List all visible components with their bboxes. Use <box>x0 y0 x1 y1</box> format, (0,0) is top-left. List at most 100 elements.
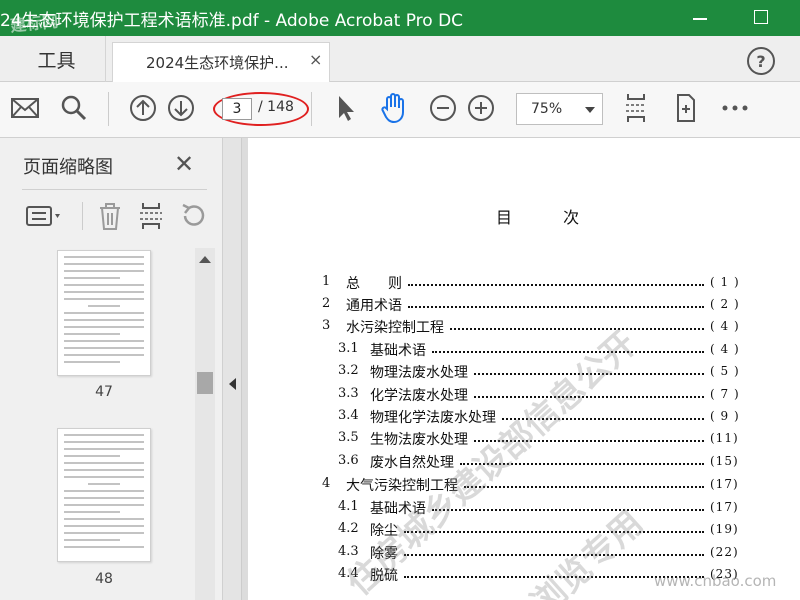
toc-row[interactable]: 3.4 物理化学法废水处理 ( 9 ) <box>320 408 782 428</box>
scroll-up-icon[interactable] <box>199 256 211 263</box>
page-total: / 148 <box>258 99 294 115</box>
zoom-value: 75% <box>531 101 563 117</box>
toc-leader <box>464 480 704 488</box>
toc-row[interactable]: 3.1 基础术语 ( 4 ) <box>320 341 782 361</box>
toc-number: 2 <box>322 296 331 311</box>
toc-leader <box>408 300 704 308</box>
minimize-button[interactable] <box>689 4 715 30</box>
collapse-panel-icon[interactable] <box>229 378 236 390</box>
toc-title: 基础术语 <box>370 343 426 359</box>
page-edge <box>242 138 248 600</box>
hand-tool-icon[interactable] <box>376 90 412 126</box>
delete-page-icon[interactable] <box>94 200 126 232</box>
toc-row[interactable]: 3.2 物理法废水处理 ( 5 ) <box>320 363 782 383</box>
thumbnail-list[interactable]: 47 48 <box>0 246 222 600</box>
toc-page: ( 4 ) <box>710 342 740 356</box>
toc-title: 除雾 <box>370 546 398 562</box>
tab-document-label: 2024生态环境保护... <box>146 54 289 72</box>
toc-title: 物理化学法废水处理 <box>370 410 496 426</box>
page-thumbnail[interactable] <box>57 250 151 376</box>
thumbnail-options-icon[interactable] <box>24 200 66 232</box>
page-thumbnail-number: 47 <box>95 384 113 400</box>
toc-row[interactable]: 4 大气污染控制工程 (17) <box>320 476 782 496</box>
thumbnail-text-line <box>64 504 144 506</box>
thumbnail-text-line <box>64 326 144 328</box>
thumbnail-text-line <box>64 518 144 520</box>
extract-pages-icon[interactable] <box>135 200 167 232</box>
thumbnail-text-line <box>64 490 144 492</box>
mail-icon[interactable] <box>7 90 43 126</box>
toc-row[interactable]: 3 水污染控制工程 ( 4 ) <box>320 318 782 338</box>
toc-number: 3.2 <box>338 363 359 378</box>
panel-splitter[interactable] <box>222 138 242 600</box>
panel-divider <box>22 189 207 190</box>
maximize-button[interactable] <box>747 4 773 30</box>
document-view[interactable]: 目 次 1 总 则 ( 1 ) 2 通用术语 ( 2 ) 3 水污染控制工程 ( 4 ) 3.1 基… <box>242 138 800 600</box>
thumbnail-text-line <box>64 525 144 527</box>
toc-title: 大气污染控制工程 <box>346 478 458 494</box>
window-title: 24生态环境保护工程术语标准.pdf - Adobe Acrobat Pro D… <box>0 11 464 31</box>
toc-number: 3 <box>322 318 331 333</box>
thumbnail-text-line <box>64 263 144 265</box>
toc-row[interactable]: 3.3 化学法废水处理 ( 7 ) <box>320 386 782 406</box>
toc-page: (17) <box>710 477 739 491</box>
toc-title: 水污染控制工程 <box>346 320 444 336</box>
page-thumbnail[interactable] <box>57 428 151 562</box>
tab-bar: 工具 2024生态环境保护... × ? <box>0 36 800 83</box>
toc-page: ( 5 ) <box>710 364 740 378</box>
toc-leader <box>432 503 704 511</box>
toc-title: 化学法废水处理 <box>370 388 468 404</box>
zoom-in-icon[interactable] <box>463 90 499 126</box>
search-icon[interactable] <box>56 90 92 126</box>
more-icon[interactable] <box>717 90 753 126</box>
thumbnail-text-line <box>64 319 144 321</box>
thumbnail-text-line <box>64 441 144 443</box>
tab-close-icon[interactable]: × <box>309 50 322 69</box>
scrollbar-thumb[interactable] <box>197 372 213 394</box>
toc-row[interactable]: 1 总 则 ( 1 ) <box>320 274 782 294</box>
thumbnail-text-line <box>64 347 144 349</box>
help-icon[interactable]: ? <box>747 47 775 75</box>
panel-toolbar-divider <box>82 202 83 230</box>
thumbnail-text-line <box>64 497 144 499</box>
toc-number: 3.5 <box>338 430 359 445</box>
toc-row[interactable]: 3.5 生物法废水处理 (11) <box>320 430 782 450</box>
toc-number: 1 <box>322 274 331 289</box>
panel-toolbar <box>0 196 222 236</box>
fit-page-icon[interactable] <box>618 90 654 126</box>
toc-number: 4.1 <box>338 499 359 514</box>
close-icon[interactable]: ✕ <box>174 150 194 178</box>
thumbnail-scrollbar[interactable] <box>195 248 215 600</box>
prev-page-icon[interactable] <box>125 90 161 126</box>
tab-tools[interactable]: 工具 <box>8 36 106 82</box>
select-arrow-icon[interactable] <box>328 90 364 126</box>
toolbar-divider <box>311 92 312 126</box>
toc-leader <box>474 434 704 442</box>
thumbnail-text-line <box>88 483 120 485</box>
toc-title: 基础术语 <box>370 501 426 517</box>
toc-leader <box>404 548 704 556</box>
next-page-icon[interactable] <box>163 90 199 126</box>
toc-row[interactable]: 4.2 除尘 (19) <box>320 521 782 541</box>
toc-page: ( 1 ) <box>710 275 740 289</box>
thumbnail-text-line <box>64 532 144 534</box>
toc-page: ( 4 ) <box>710 319 740 333</box>
toc-row[interactable]: 4.1 基础术语 (17) <box>320 499 782 519</box>
thumbnail-text-line <box>64 256 144 258</box>
toc-leader <box>404 525 704 533</box>
toc-row[interactable]: 2 通用术语 ( 2 ) <box>320 296 782 316</box>
rotate-page-icon[interactable] <box>177 200 209 232</box>
rotate-view-icon[interactable] <box>668 90 704 126</box>
toc-leader <box>502 412 704 420</box>
toc-number: 3.3 <box>338 386 359 401</box>
toc-title: 通用术语 <box>346 298 402 314</box>
page-number-input[interactable]: 3 <box>222 98 252 120</box>
tab-document[interactable]: 2024生态环境保护... × <box>112 42 330 83</box>
toc-row[interactable]: 4.3 除雾 (22) <box>320 544 782 564</box>
site-watermark: www.cnbao.com <box>654 572 777 590</box>
toc-title: 总 则 <box>346 276 402 292</box>
toc-row[interactable]: 3.6 废水自然处理 (15) <box>320 453 782 473</box>
zoom-out-icon[interactable] <box>425 90 461 126</box>
toc-page: ( 9 ) <box>710 409 740 423</box>
zoom-select[interactable]: 75% <box>516 93 603 125</box>
